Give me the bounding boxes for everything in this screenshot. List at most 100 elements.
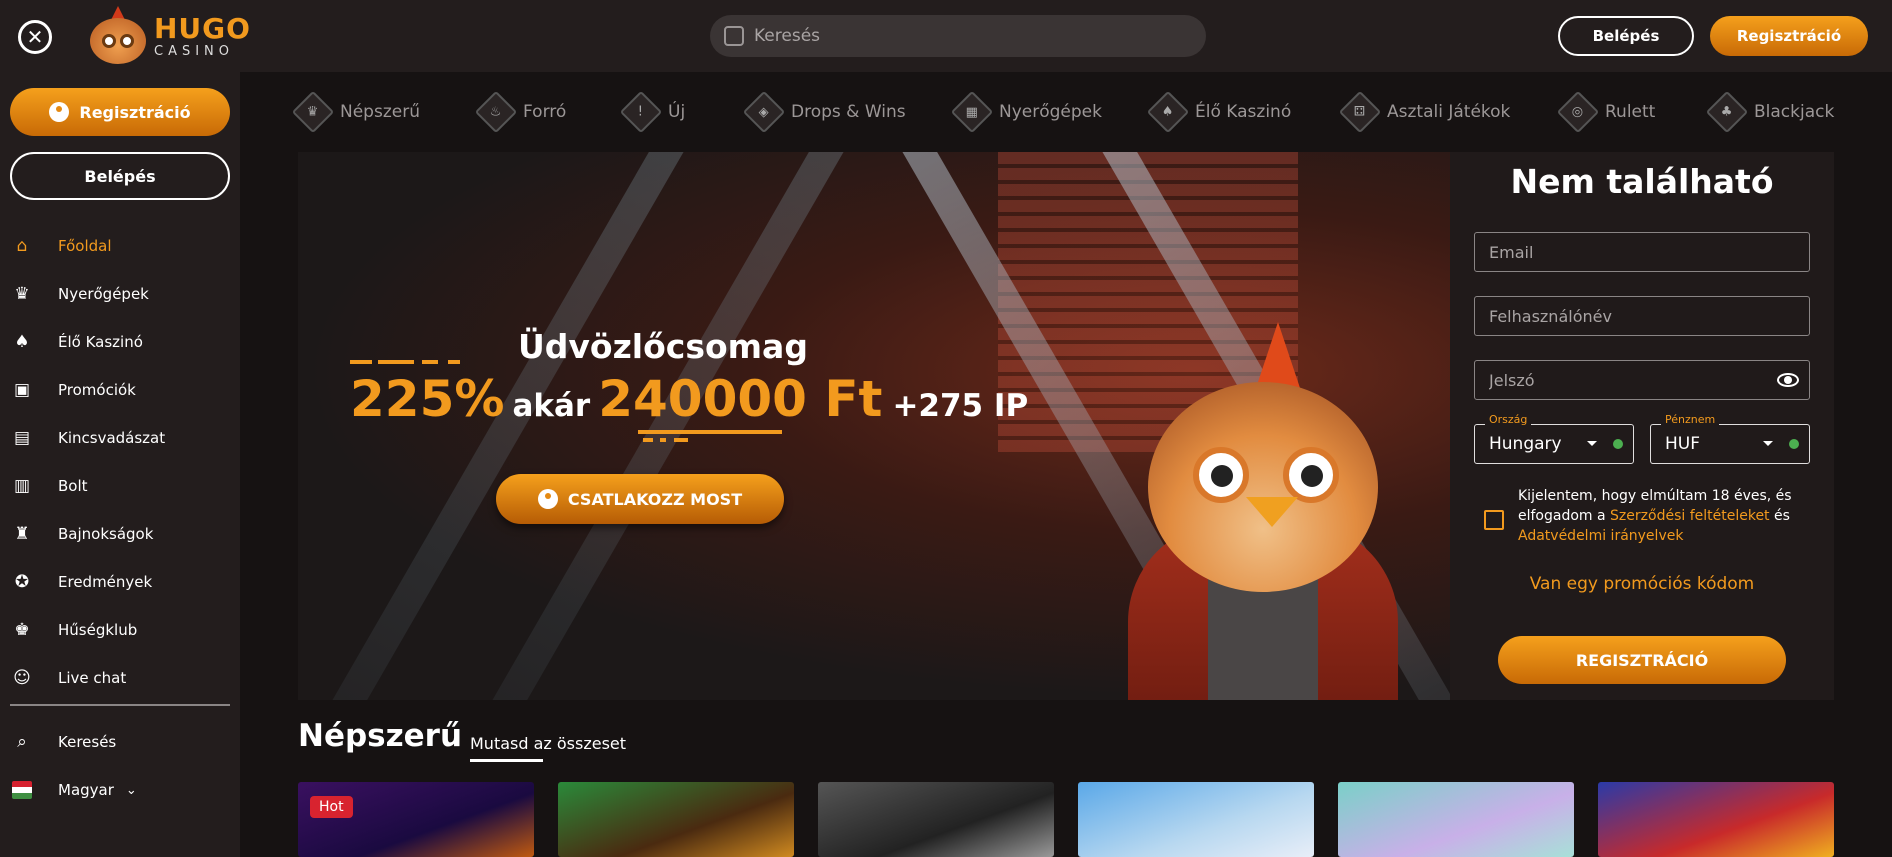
language-label: Magyar [58, 781, 114, 799]
country-label: Ország [1485, 413, 1532, 426]
tab-popular[interactable]: ♛ Népszerű [291, 90, 481, 134]
tab-table-games[interactable]: ⚃ Asztali Játékok [1338, 90, 1563, 134]
crown-icon: ♛ [291, 90, 335, 134]
sidebar-item-search[interactable]: ⌕ Keresés [0, 718, 240, 766]
game-tile[interactable] [558, 782, 794, 857]
sidebar-item-loyalty-club[interactable]: ♚ Hűségklub [0, 606, 240, 654]
sidebar: Regisztráció Belépés ⌂ Főoldal ♛ Nyerőgé… [0, 72, 240, 857]
sidebar-item-promotions[interactable]: ▣ Promóciók [0, 366, 240, 414]
hero-amount: 240000 Ft [598, 370, 883, 428]
roulette-icon: ◎ [1556, 90, 1600, 134]
user-icon [49, 102, 70, 122]
sidebar-item-label: Nyerőgépek [58, 285, 149, 303]
terms-text: Kijelentem, hogy elmúltam 18 éves, és el… [1518, 488, 1792, 544]
sidebar-item-treasure-hunt[interactable]: ▤ Kincsvadászat [0, 414, 240, 462]
hero-extra: +275 IP [892, 388, 1029, 424]
hero-title: Üdvözlőcsomag [518, 327, 808, 366]
terms-link[interactable]: Szerződési feltételeket [1610, 508, 1770, 524]
sidebar-item-label: Főoldal [58, 237, 112, 255]
sidebar-item-label: Bajnokságok [58, 525, 154, 543]
show-all-underline [470, 759, 543, 762]
privacy-link[interactable]: Adatvédelmi irányelvek [1518, 528, 1683, 544]
exclamation-icon: ! [619, 90, 663, 134]
sidebar-item-label: Promóciók [58, 381, 136, 399]
join-now-label: CSATLAKOZZ MOST [567, 489, 743, 509]
sidebar-item-label: Keresés [58, 733, 117, 751]
game-tile[interactable] [1078, 782, 1314, 857]
hero-upto: akár [512, 388, 591, 424]
crown-icon: ♚ [14, 620, 30, 640]
sidebar-item-label: Hűségklub [58, 621, 138, 639]
tab-drops-wins[interactable]: ◈ Drops & Wins [742, 90, 957, 134]
home-icon: ⌂ [16, 236, 28, 256]
username-input[interactable] [1489, 306, 1769, 326]
promo-code-link[interactable]: Van egy promóciós kódom [1450, 574, 1834, 594]
register-submit-button[interactable]: REGISZTRÁCIÓ [1498, 636, 1786, 684]
search-input[interactable] [754, 26, 1154, 46]
tab-live-casino[interactable]: ♠ Élő Kaszinó [1146, 90, 1345, 134]
hot-badge: Hot [310, 796, 353, 818]
sidebar-bottom: ⌕ Keresés Magyar ⌄ [0, 718, 240, 814]
sidebar-item-home[interactable]: ⌂ Főoldal [0, 222, 240, 270]
sidebar-item-label: Élő Kaszinó [58, 333, 143, 351]
language-selector[interactable]: Magyar ⌄ [0, 766, 240, 814]
terms-checkbox[interactable] [1484, 510, 1504, 530]
valid-status-icon [1789, 439, 1799, 449]
sidebar-item-results[interactable]: ✪ Eredmények [0, 558, 240, 606]
shop-icon: ▥ [13, 476, 31, 496]
hero-offer: 225% akár 240000 Ft +275 IP [350, 370, 1028, 428]
password-input[interactable] [1489, 370, 1769, 390]
currency-select[interactable]: Pénznem HUF [1650, 413, 1810, 464]
email-input[interactable] [1489, 242, 1769, 262]
country-select[interactable]: Ország Hungary [1474, 413, 1634, 464]
show-password-icon[interactable] [1777, 373, 1799, 387]
gift-icon: ▣ [13, 380, 31, 400]
section-title: Népszerű [298, 718, 463, 754]
tab-hot[interactable]: ♨ Forró [474, 90, 626, 134]
join-now-button[interactable]: CSATLAKOZZ MOST [496, 474, 784, 524]
sidebar-item-slots[interactable]: ♛ Nyerőgépek [0, 270, 240, 318]
game-tile[interactable] [818, 782, 1054, 857]
register-button[interactable]: Regisztráció [1710, 16, 1868, 56]
close-icon[interactable]: ✕ [18, 20, 52, 54]
currency-label: Pénznem [1661, 413, 1720, 426]
login-button[interactable]: Belépés [1558, 16, 1694, 56]
logo[interactable]: HUGO CASINO [84, 6, 251, 66]
chat-icon: ☺ [13, 668, 31, 688]
sidebar-item-live-casino[interactable]: ♠ Élő Kaszinó [0, 318, 240, 366]
game-tile[interactable]: Hot [298, 782, 534, 857]
logo-subtitle: CASINO [154, 43, 235, 59]
tab-roulette[interactable]: ◎ Rulett [1556, 90, 1712, 134]
user-icon [537, 489, 558, 509]
password-field[interactable] [1474, 360, 1810, 400]
username-field[interactable] [1474, 296, 1810, 336]
top-bar: ✕ HUGO CASINO Belépés Regisztráció [0, 0, 1892, 72]
sidebar-login-button[interactable]: Belépés [10, 152, 230, 200]
tab-slots[interactable]: ▦ Nyerőgépek [950, 90, 1153, 134]
sidebar-item-label: Live chat [58, 669, 127, 687]
chevron-down-icon [1587, 441, 1597, 446]
category-tabs: ♛ Népszerű ♨ Forró ! Új ◈ Drops & Wins ▦ Nyer… [291, 90, 1838, 134]
hero-banner: Üdvözlőcsomag 225% akár 240000 Ft +275 I… [298, 152, 1450, 700]
search-icon [724, 26, 744, 46]
medal-icon: ✪ [14, 572, 30, 592]
chevron-down-icon: ⌄ [125, 782, 137, 798]
chevron-down-icon [1763, 441, 1773, 446]
sidebar-item-shop[interactable]: ▥ Bolt [0, 462, 240, 510]
show-all-link[interactable]: Mutasd az összeset [470, 734, 626, 753]
hero-percent: 225% [350, 370, 505, 428]
sidebar-register-label: Regisztráció [79, 102, 191, 122]
sidebar-item-live-chat[interactable]: ☺ Live chat [0, 654, 240, 702]
sidebar-register-button[interactable]: Regisztráció [10, 88, 230, 136]
cards-icon: ♠ [14, 332, 30, 352]
game-tile[interactable] [1598, 782, 1834, 857]
tab-new[interactable]: ! Új [619, 90, 749, 134]
currency-value: HUF [1665, 434, 1701, 454]
sidebar-nav: ⌂ Főoldal ♛ Nyerőgépek ♠ Élő Kaszinó ▣ P… [0, 222, 240, 702]
email-field[interactable] [1474, 232, 1810, 272]
blackjack-icon: ♣ [1705, 90, 1749, 134]
tab-blackjack[interactable]: ♣ Blackjack [1705, 90, 1838, 134]
sidebar-item-tournaments[interactable]: ♜ Bajnokságok [0, 510, 240, 558]
game-tile[interactable] [1338, 782, 1574, 857]
search-bar[interactable] [710, 15, 1206, 57]
